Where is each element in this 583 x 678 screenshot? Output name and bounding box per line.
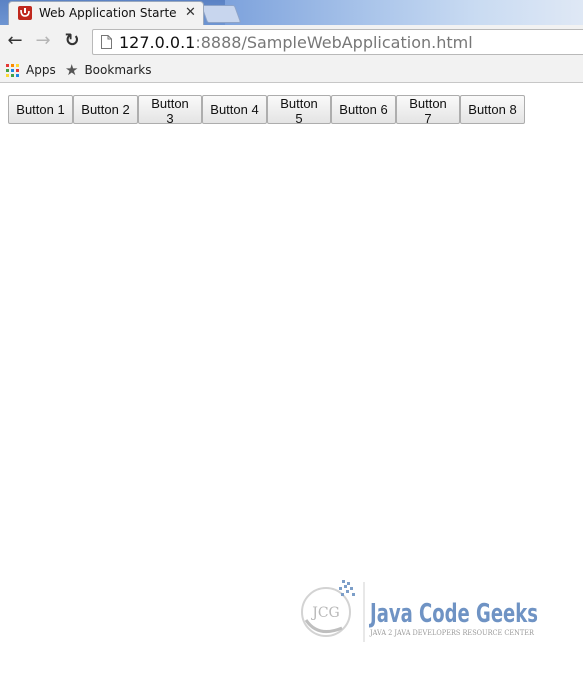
bookmarks-bar: Apps ★ Bookmarks <box>0 58 583 83</box>
url-host: 127.0.0.1 <box>119 33 196 52</box>
jcg-logo: JCG <box>301 580 355 637</box>
star-icon: ★ <box>65 61 79 79</box>
button-2[interactable]: Button 2 <box>73 95 138 124</box>
toolbar: ← → ↻ 127.0.0.1:8888/SampleWebApplicatio… <box>0 25 583 58</box>
browser-chrome: Web Application Starter P ✕ ← → ↻ 127.0.… <box>0 0 583 84</box>
active-tab[interactable]: Web Application Starter P ✕ <box>8 1 204 25</box>
button-row: Button 1 Button 2 Button 3 Button 4 Butt… <box>8 95 525 126</box>
button-5[interactable]: Button 5 <box>267 95 331 126</box>
back-arrow-icon[interactable]: ← <box>5 31 25 51</box>
new-tab-button[interactable] <box>200 5 242 23</box>
button-6[interactable]: Button 6 <box>331 95 396 124</box>
forward-arrow-icon[interactable]: → <box>33 31 53 51</box>
close-icon[interactable]: ✕ <box>185 5 196 20</box>
bookmarks-label: Bookmarks <box>84 63 152 77</box>
button-7[interactable]: Button 7 <box>396 95 460 126</box>
gwt-logo-icon <box>18 6 32 20</box>
button-1[interactable]: Button 1 <box>8 95 73 124</box>
apps-grid-icon <box>6 63 19 77</box>
apps-label: Apps <box>26 63 56 77</box>
page-icon <box>101 35 112 49</box>
button-8[interactable]: Button 8 <box>460 95 525 124</box>
button-4[interactable]: Button 4 <box>202 95 267 124</box>
jcg-logo-text: JCG <box>310 605 340 621</box>
tagline-text: JAVA 2 JAVA DEVELOPERS RESOURCE CENTER <box>369 629 535 637</box>
tab-title: Web Application Starter P <box>39 6 177 20</box>
url-text: 127.0.0.1:8888/SampleWebApplication.html <box>119 33 473 52</box>
url-path: :8888/SampleWebApplication.html <box>195 33 473 52</box>
brand-text: Java Code Geeks <box>369 599 538 629</box>
java-code-geeks-watermark: JCG Java Code Geeks JAVA 2 JAVA DEVELOPE… <box>301 580 538 642</box>
address-bar[interactable]: 127.0.0.1:8888/SampleWebApplication.html <box>92 29 583 55</box>
button-3[interactable]: Button 3 <box>138 95 202 126</box>
apps-shortcut[interactable]: Apps <box>6 61 56 79</box>
bookmarks-folder[interactable]: ★ Bookmarks <box>65 61 152 79</box>
tab-strip-background <box>225 0 583 25</box>
reload-icon[interactable]: ↻ <box>62 31 82 51</box>
tab-strip: Web Application Starter P ✕ <box>0 0 583 25</box>
